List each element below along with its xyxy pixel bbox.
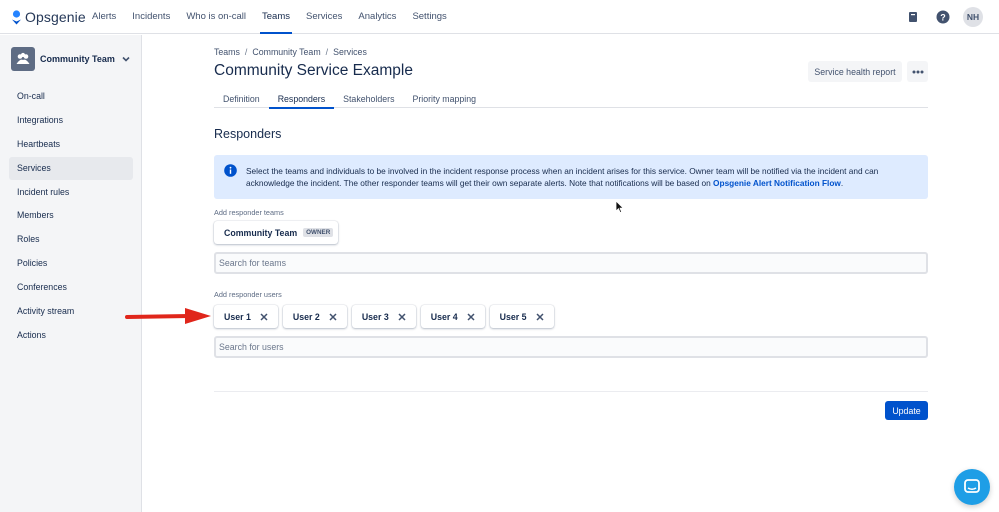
breadcrumb-services[interactable]: Services [333,47,367,57]
responder-user-name: User 2 [292,311,320,322]
owner-badge: OWNER [303,228,334,237]
user-avatar[interactable]: NH [963,7,983,27]
sidebar-item-integrations[interactable]: Integrations [9,109,133,132]
breadcrumb-community-team[interactable]: Community Team [252,47,320,57]
more-actions-button[interactable] [907,61,928,82]
responder-user-list: User 1 User 2 User 3 User 4 User 5 [214,305,554,328]
main-nav: Alerts Incidents Who is on-call Teams Servic… [84,0,455,34]
responder-user-chip: User 2 [282,305,347,328]
nav-incidents[interactable]: Incidents [124,0,178,34]
opsgenie-logo[interactable]: Opsgenie [11,9,86,25]
tab-priority-mapping[interactable]: Priority mapping [403,90,485,108]
nav-services[interactable]: Services [298,0,350,34]
close-icon[interactable] [329,312,338,321]
opsgenie-logo-icon [12,9,21,24]
responder-user-name: User 4 [430,311,458,322]
info-tail: . [840,178,844,189]
close-icon[interactable] [467,312,476,321]
responder-team-card: Community Team OWNER [214,221,338,244]
sidebar-item-policies[interactable]: Policies [9,252,133,275]
responder-users-label: Add responder users [214,290,282,299]
responder-team-name: Community Team [224,227,298,238]
chat-launcher-button[interactable] [954,469,990,505]
team-name: Community Team [40,54,115,64]
chevron-down-icon[interactable] [120,53,132,65]
tab-stakeholders[interactable]: Stakeholders [334,90,403,108]
tab-responders[interactable]: Responders [268,90,335,109]
top-navigation: Opsgenie Alerts Incidents Who is on-call Te… [0,0,999,34]
team-selector[interactable]: Community Team [11,47,132,71]
sidebar-item-roles[interactable]: Roles [9,228,133,251]
nav-analytics[interactable]: Analytics [350,0,404,34]
sidebar-item-activity-stream[interactable]: Activity stream [9,300,133,323]
team-sidebar: Community Team On-call Integrations Heartb… [0,35,142,512]
help-icon[interactable]: ? [933,7,953,27]
update-button[interactable]: Update [885,401,928,420]
search-teams-input[interactable] [214,252,928,274]
close-icon[interactable] [398,312,407,321]
close-icon[interactable] [536,312,545,321]
nav-settings[interactable]: Settings [404,0,454,34]
nav-who-is-on-call[interactable]: Who is on-call [178,0,254,34]
section-heading: Responders [214,127,282,141]
responder-user-name: User 1 [224,311,251,322]
notification-flow-link[interactable]: Opsgenie Alert Notification Flow [713,178,841,188]
breadcrumb-separator: / [325,47,329,57]
team-avatar-icon [11,47,35,71]
page-title: Community Service Example [214,62,413,79]
sidebar-item-conferences[interactable]: Conferences [9,276,133,299]
nav-teams[interactable]: Teams [254,0,298,34]
chat-icon [964,479,980,493]
close-icon[interactable] [260,312,269,321]
breadcrumb: Teams / Community Team / Services [214,47,367,57]
responder-user-chip: User 5 [489,305,554,328]
service-tabs: Definition Responders Stakeholders Priority… [214,90,928,109]
svg-text:?: ? [940,13,946,23]
tab-definition[interactable]: Definition [214,90,269,108]
responder-user-name: User 5 [499,311,527,322]
breadcrumb-teams[interactable]: Teams [214,47,240,57]
sidebar-item-incident-rules[interactable]: Incident rules [9,181,133,204]
sidebar-item-heartbeats[interactable]: Heartbeats [9,133,133,156]
sidebar-item-services[interactable]: Services [9,156,133,180]
sidebar-item-on-call[interactable]: On-call [9,85,133,108]
sidebar-menu: On-call Integrations Heartbeats Services Inc… [9,85,133,348]
info-icon [224,164,237,177]
breadcrumb-separator: / [244,47,248,57]
info-text: Select the teams and individuals to be i… [246,165,916,190]
annotation-arrow-icon [125,308,211,324]
sidebar-item-members[interactable]: Members [9,204,133,227]
responder-user-chip: User 4 [420,305,485,328]
responder-user-chip: User 3 [351,305,416,328]
mouse-cursor-icon [615,200,625,214]
nav-alerts[interactable]: Alerts [84,0,124,34]
responder-user-name: User 3 [361,311,389,322]
app-name: Opsgenie [25,9,86,25]
responder-teams-label: Add responder teams [214,208,284,217]
service-health-report-button[interactable]: Service health report [808,61,902,82]
search-users-input[interactable] [214,336,928,358]
sidebar-item-actions[interactable]: Actions [9,324,133,347]
info-message: Select the teams and individuals to be i… [214,155,928,199]
top-right-icons: ? NH [903,7,983,27]
responder-user-chip: User 1 [214,305,278,328]
divider [214,391,928,392]
book-icon[interactable] [903,7,923,27]
more-icon [912,70,923,73]
